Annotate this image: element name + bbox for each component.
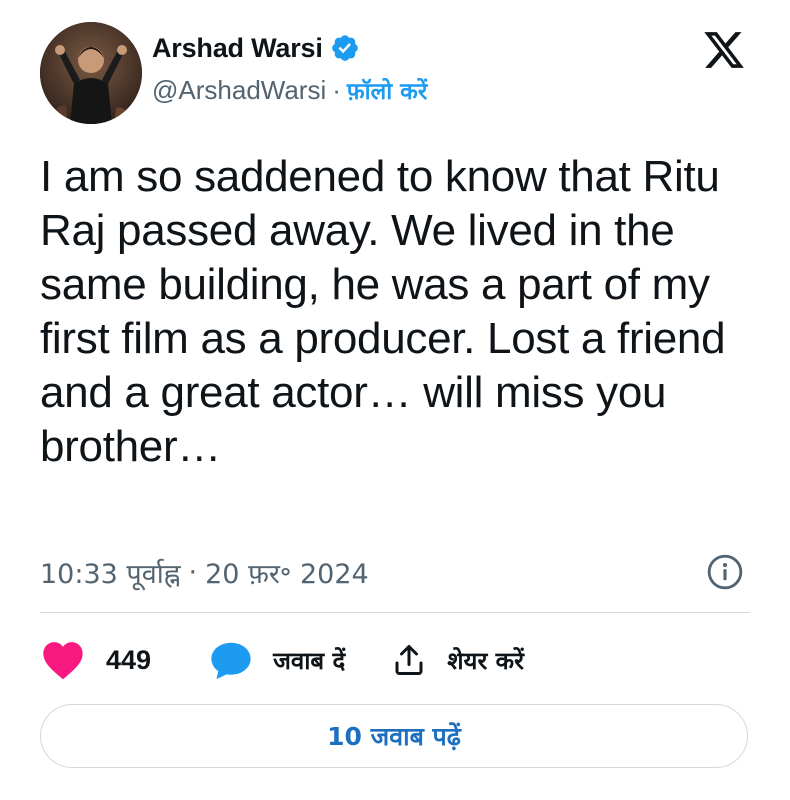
share-button[interactable]: शेयर करें [391, 642, 524, 678]
action-bar: 449 जवाब दें शेयर करें [40, 638, 524, 682]
info-icon[interactable] [706, 553, 744, 591]
x-logo-icon[interactable] [700, 28, 748, 72]
avatar[interactable] [40, 22, 142, 124]
tweet-timestamp[interactable]: 10:33 पूर्वाह्न · 20 फ़र॰ 2024 [40, 552, 369, 592]
share-upload-icon [395, 645, 423, 675]
share-label: शेयर करें [447, 646, 524, 675]
reply-button[interactable]: जवाब दें [209, 640, 345, 680]
tweet-text: I am so saddened to know that Ritu Raj p… [40, 152, 726, 471]
like-button[interactable]: 449 [40, 640, 151, 680]
follow-button[interactable]: फ़ॉलो करें [347, 74, 427, 106]
reply-label: जवाब दें [273, 646, 346, 675]
like-count: 449 [106, 644, 152, 675]
speech-bubble-icon [211, 642, 251, 680]
divider [40, 612, 750, 613]
separator: · [332, 74, 341, 105]
verified-badge-icon [331, 35, 358, 61]
tweet-time: 10:33 पूर्वाह्न [40, 558, 181, 590]
display-name[interactable]: Arshad Warsi [152, 33, 323, 64]
handle[interactable]: @ArshadWarsi [152, 75, 326, 106]
read-replies-button[interactable]: 10 जवाब पढ़ें [40, 704, 748, 768]
separator: · [188, 556, 198, 588]
read-replies-label: 10 जवाब पढ़ें [327, 722, 461, 751]
author-block: Arshad Warsi @ArshadWarsi · फ़ॉलो करें [152, 28, 427, 106]
avatar-image [40, 22, 142, 124]
heart-icon [43, 642, 83, 680]
tweet-date: 20 फ़र॰ 2024 [205, 558, 369, 590]
